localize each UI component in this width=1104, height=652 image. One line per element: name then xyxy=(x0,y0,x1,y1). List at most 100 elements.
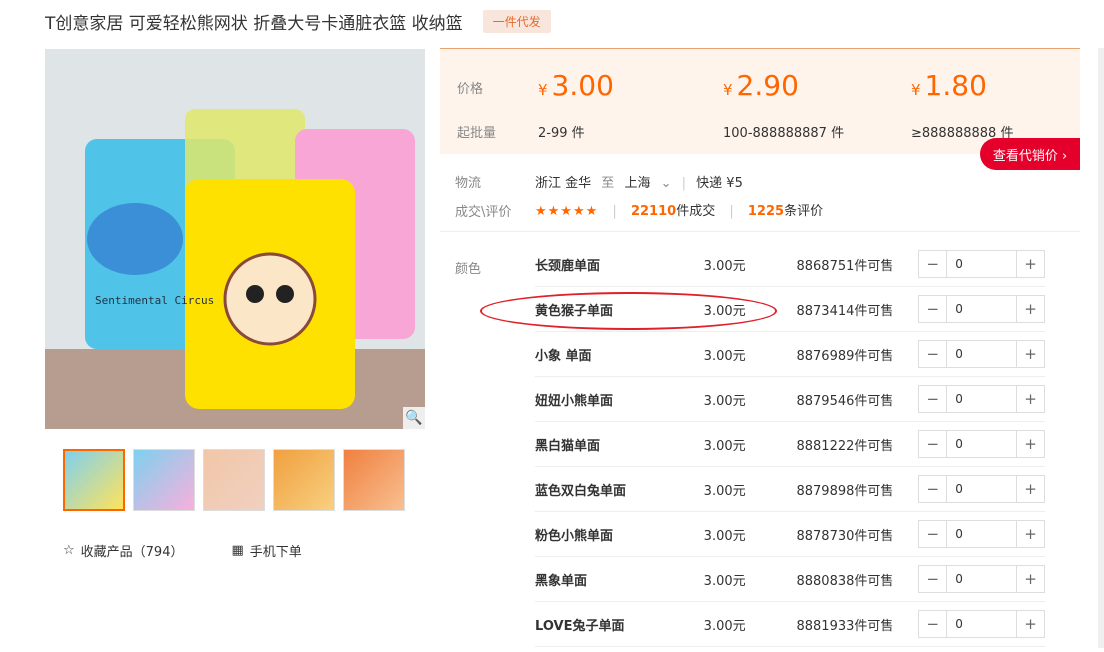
sku-price: 3.00元 xyxy=(703,393,746,409)
sku-stock: 8876989件可售 xyxy=(796,348,894,364)
star-icon: ☆ xyxy=(63,543,75,558)
sku-price: 3.00元 xyxy=(703,573,746,589)
thumbnail-3[interactable] xyxy=(203,449,265,511)
chevron-down-icon[interactable]: ⌄ xyxy=(661,176,672,191)
sku-price: 3.00元 xyxy=(703,438,746,454)
minus-button[interactable]: − xyxy=(919,611,946,637)
quantity-input[interactable]: 0 xyxy=(946,251,1017,277)
thumbnail-5[interactable] xyxy=(343,449,405,511)
qrcode-icon: ▦ xyxy=(231,543,244,558)
minus-button[interactable]: − xyxy=(919,386,946,412)
section-divider xyxy=(440,231,1080,232)
sold-count[interactable]: 22110 xyxy=(631,204,676,219)
plus-button[interactable]: + xyxy=(1017,296,1044,322)
sku-name: 小象 单面 xyxy=(535,348,592,364)
quantity-stepper: −0 + xyxy=(918,475,1045,503)
quantity-input[interactable]: 0 xyxy=(946,521,1017,547)
sku-stock: 8880838件可售 xyxy=(796,573,894,589)
mobile-order-button[interactable]: ▦ 手机下单 xyxy=(231,541,301,560)
laundry-basket-illustration: Sentimental Circus xyxy=(45,49,425,429)
sku-stock: 8879898件可售 xyxy=(796,483,894,499)
quantity-stepper: −0 + xyxy=(918,340,1045,368)
sku-row: 蓝色双白兔单面 3.00元 8879898件可售 −0 + xyxy=(535,467,1045,512)
plus-button[interactable]: + xyxy=(1017,251,1044,277)
plus-button[interactable]: + xyxy=(1017,341,1044,367)
quantity-input[interactable]: 0 xyxy=(946,476,1017,502)
sku-stock: 8879546件可售 xyxy=(796,393,894,409)
minus-button[interactable]: − xyxy=(919,431,946,457)
plus-button[interactable]: + xyxy=(1017,476,1044,502)
favorite-label: 收藏产品（794） xyxy=(80,545,184,560)
sku-stock: 8881933件可售 xyxy=(796,618,894,634)
plus-button[interactable]: + xyxy=(1017,386,1044,412)
quantity-stepper: −0 + xyxy=(918,385,1045,413)
quantity-input[interactable]: 0 xyxy=(946,431,1017,457)
minus-button[interactable]: − xyxy=(919,296,946,322)
deals-label: 成交\评价 xyxy=(455,205,512,220)
minus-button[interactable]: − xyxy=(919,476,946,502)
minus-button[interactable]: − xyxy=(919,251,946,277)
mobile-label: 手机下单 xyxy=(249,545,302,560)
quantity-stepper: −0 + xyxy=(918,520,1045,548)
sku-row: 小象 单面 3.00元 8876989件可售 −0 + xyxy=(535,332,1045,377)
sku-stock: 8868751件可售 xyxy=(796,258,894,274)
sku-stock: 8881222件可售 xyxy=(796,438,894,454)
thumbnail-1[interactable] xyxy=(63,449,125,511)
view-agent-price-button[interactable]: 查看代销价 › xyxy=(980,138,1080,170)
price-tier-1: ¥3.00 xyxy=(538,69,614,102)
sku-stock: 8873414件可售 xyxy=(796,303,894,319)
shipping-fee: 快递 ¥5 xyxy=(696,176,743,191)
product-main-image[interactable]: Sentimental Circus 🔍 xyxy=(45,49,425,429)
quantity-input[interactable]: 0 xyxy=(946,386,1017,412)
ship-from: 浙江 金华 xyxy=(535,176,592,191)
price-tier-2: ¥2.90 xyxy=(723,69,799,102)
quantity-input[interactable]: 0 xyxy=(946,341,1017,367)
product-title: T创意家居 可爱轻松熊网状 折叠大号卡通脏衣篮 收纳篮 xyxy=(45,14,463,34)
quantity-stepper: −0 + xyxy=(918,250,1045,278)
dropship-badge[interactable]: 一件代发 xyxy=(482,10,551,33)
sold-suffix: 件成交 xyxy=(676,204,716,219)
sku-price: 3.00元 xyxy=(703,258,746,274)
favorite-button[interactable]: ☆ 收藏产品（794） xyxy=(63,541,183,560)
quantity-input[interactable]: 0 xyxy=(946,296,1017,322)
price-tier-3: ¥1.80 xyxy=(911,69,987,102)
plus-button[interactable]: + xyxy=(1017,611,1044,637)
minus-button[interactable]: − xyxy=(919,341,946,367)
sku-row: LOVE兔子单面 3.00元 8881933件可售 −0 + xyxy=(535,602,1045,647)
reviews-suffix: 条评价 xyxy=(784,204,824,219)
review-count[interactable]: 1225 xyxy=(748,204,784,219)
quantity-input[interactable]: 0 xyxy=(946,611,1017,637)
plus-button[interactable]: + xyxy=(1017,521,1044,547)
quantity-stepper: −0 + xyxy=(918,295,1045,323)
deals-line: ★★★★★ | 22110件成交 | 1225条评价 xyxy=(535,204,824,219)
minus-button[interactable]: − xyxy=(919,521,946,547)
price-box: 价格 起批量 ¥3.00 ¥2.90 ¥1.80 2-99 件 100-8888… xyxy=(440,48,1080,154)
thumbnail-4[interactable] xyxy=(273,449,335,511)
plus-button[interactable]: + xyxy=(1017,431,1044,457)
sku-price: 3.00元 xyxy=(703,618,746,634)
plus-button[interactable]: + xyxy=(1017,566,1044,592)
scrollbar[interactable] xyxy=(1098,48,1104,648)
sku-name: 黑白猫单面 xyxy=(535,438,601,454)
minus-button[interactable]: − xyxy=(919,566,946,592)
sku-price: 3.00元 xyxy=(703,528,746,544)
sku-stock: 8878730件可售 xyxy=(796,528,894,544)
sku-row: 黑象单面 3.00元 8880838件可售 −0 + xyxy=(535,557,1045,602)
quantity-stepper: −0 + xyxy=(918,430,1045,458)
range-tier-2: 100-888888887 件 xyxy=(723,126,845,141)
product-actions: ☆ 收藏产品（794） ▦ 手机下单 xyxy=(63,541,302,560)
thumbnail-strip xyxy=(63,449,405,511)
rating-stars-icon: ★★★★★ xyxy=(535,204,599,219)
range-tier-1: 2-99 件 xyxy=(538,126,585,141)
thumbnail-2[interactable] xyxy=(133,449,195,511)
sku-row: 黑白猫单面 3.00元 8881222件可售 −0 + xyxy=(535,422,1045,467)
zoom-icon[interactable]: 🔍 xyxy=(403,407,425,429)
sku-name: LOVE兔子单面 xyxy=(535,618,625,634)
quantity-stepper: −0 + xyxy=(918,565,1045,593)
sku-row: 长颈鹿单面 3.00元 8868751件可售 −0 + xyxy=(535,242,1045,287)
logistics-label: 物流 xyxy=(455,176,482,191)
sku-price: 3.00元 xyxy=(703,348,746,364)
quantity-input[interactable]: 0 xyxy=(946,566,1017,592)
sku-name: 妞妞小熊单面 xyxy=(535,393,614,409)
destination-select[interactable]: 上海 xyxy=(624,176,650,191)
